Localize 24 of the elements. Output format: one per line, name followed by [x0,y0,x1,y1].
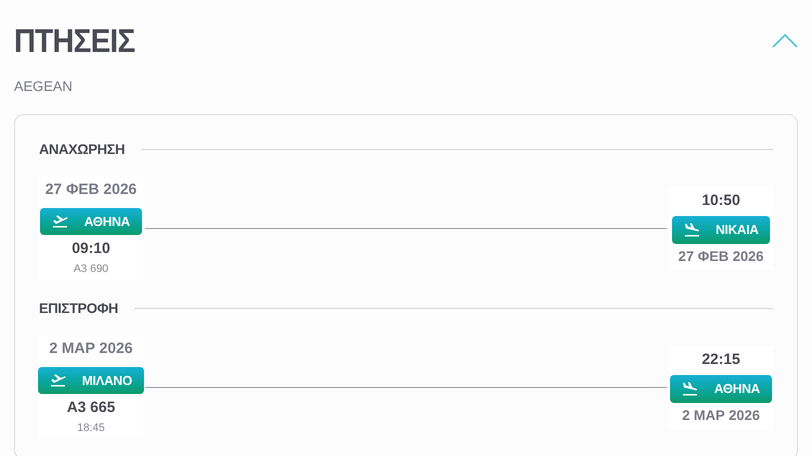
arrival-time: 22:15 [702,350,740,370]
takeoff-icon [50,373,66,388]
chevron-up-icon [772,34,798,48]
city-name: ΜΙΛΑΝΟ [82,372,132,390]
collapse-toggle[interactable] [772,34,798,48]
takeoff-icon [52,214,68,228]
flight-date: 27 ΦΕΒ 2026 [678,246,764,266]
airline-name: AEGEAN [14,77,74,96]
city-name: ΑΘΗΝΑ [714,380,760,398]
arrival-time: 10:50 [702,190,740,210]
secondary-info: 18:45 [77,420,105,436]
city-name: ΑΘΗΝΑ [84,212,130,230]
landing-icon [682,382,698,396]
flight-date: 2 ΜΑΡ 2026 [49,339,133,359]
flight-date: 2 ΜΑΡ 2026 [682,406,760,424]
leg-heading: ΑΝΑΧΩΡΗΣΗ [39,140,125,159]
flight-date: 27 ΦΕΒ 2026 [45,180,137,200]
secondary-info: A3 690 [74,262,108,276]
city-name: ΝΙΚΑΙΑ [716,221,758,239]
section-title: ΠΤΗΣΕΙΣ [14,22,135,62]
primary-info: 09:10 [72,239,110,259]
primary-info: A3 665 [66,398,116,418]
landing-icon [684,222,700,237]
leg-heading: ΕΠΙΣΤΡΟΦΗ [39,299,118,318]
